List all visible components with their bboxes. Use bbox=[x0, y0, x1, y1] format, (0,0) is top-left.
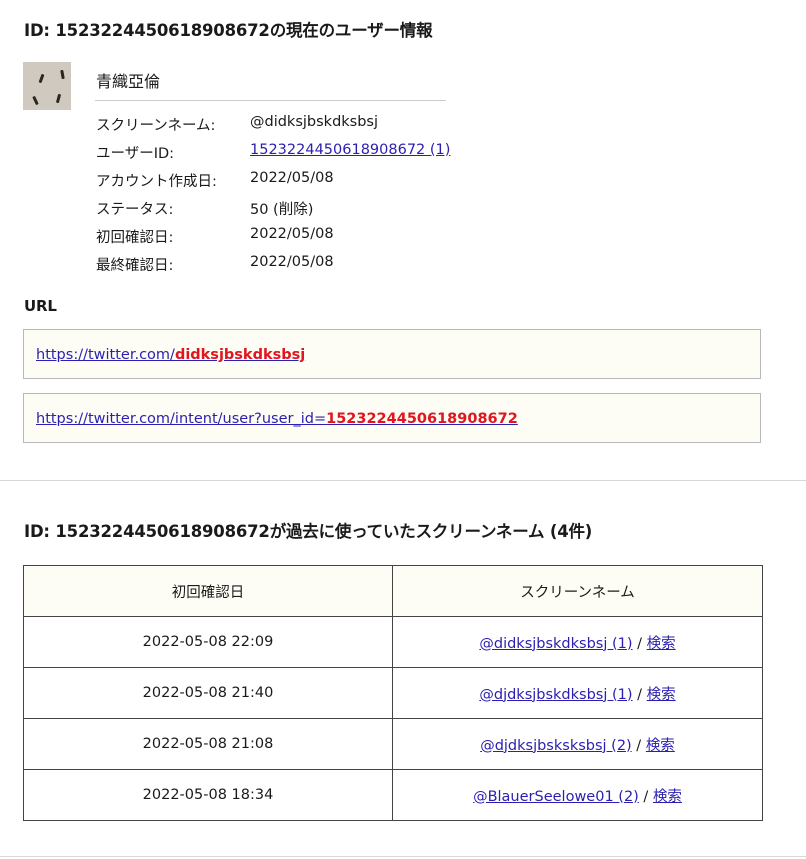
name-divider bbox=[95, 100, 446, 101]
profile-url-highlight: didksjbskdksbsj bbox=[174, 347, 306, 363]
status-value: 50 (削除) bbox=[250, 202, 314, 218]
screen-name-cell: @didksjbskdksbsj (1) / 検索 bbox=[392, 616, 763, 668]
intent-url-box: https://twitter.com/intent/user?user_id=… bbox=[23, 393, 761, 443]
last-seen-value: 2022/05/08 bbox=[250, 254, 334, 270]
last-seen-label: 最終確認日: bbox=[96, 258, 174, 274]
search-link[interactable]: 検索 bbox=[647, 636, 676, 652]
screen-name-cell: @BlauerSeelowe01 (2) / 検索 bbox=[392, 769, 763, 821]
intent-url-link[interactable]: https://twitter.com/intent/user?user_id=… bbox=[36, 411, 518, 427]
bottom-divider bbox=[0, 856, 806, 857]
link-separator: / bbox=[632, 686, 647, 703]
screen-name-link[interactable]: @didksjbskdksbsj (1) bbox=[479, 636, 632, 652]
profile-url-prefix: https://twitter.com/ bbox=[36, 347, 175, 363]
first-seen-cell: 2022-05-08 21:40 bbox=[23, 667, 393, 719]
screen-name-history-table: 初回確認日 スクリーンネーム 2022-05-08 22:09 @didksjb… bbox=[23, 565, 763, 821]
display-name: 青織亞倫 bbox=[96, 72, 161, 91]
table-row: 2022-05-08 18:34 @BlauerSeelowe01 (2) / … bbox=[23, 769, 763, 821]
table-row: 2022-05-08 22:09 @didksjbskdksbsj (1) / … bbox=[23, 616, 763, 668]
first-seen-value: 2022/05/08 bbox=[250, 226, 334, 242]
screen-name-cell: @djdksjbskdksbsj (1) / 検索 bbox=[392, 667, 763, 719]
link-separator: / bbox=[638, 788, 653, 805]
screen-name-link[interactable]: @djdksjbsksksbsj (2) bbox=[480, 738, 632, 754]
current-info-heading: ID: 1523224450618908672の現在のユーザー情報 bbox=[24, 21, 433, 40]
first-seen-cell: 2022-05-08 21:08 bbox=[23, 718, 393, 770]
first-seen-cell: 2022-05-08 18:34 bbox=[23, 769, 393, 821]
created-date-label: アカウント作成日: bbox=[96, 174, 217, 190]
screen-name-link[interactable]: @djdksjbskdksbsj (1) bbox=[479, 687, 632, 703]
first-seen-column-header: 初回確認日 bbox=[23, 565, 393, 617]
url-heading: URL bbox=[24, 297, 57, 315]
link-separator: / bbox=[631, 737, 646, 754]
history-heading: ID: 1523224450618908672が過去に使っていたスクリーンネーム… bbox=[24, 522, 593, 541]
screen-name-cell: @djdksjbsksksbsj (2) / 検索 bbox=[392, 718, 763, 770]
created-date-value: 2022/05/08 bbox=[250, 170, 334, 186]
link-separator: / bbox=[632, 635, 647, 652]
table-row: 2022-05-08 21:40 @djdksjbskdksbsj (1) / … bbox=[23, 667, 763, 719]
screen-name-link[interactable]: @BlauerSeelowe01 (2) bbox=[473, 789, 639, 805]
intent-url-prefix: https://twitter.com/intent/user?user_id= bbox=[36, 411, 327, 427]
screen-name-column-header: スクリーンネーム bbox=[392, 565, 763, 617]
first-seen-label: 初回確認日: bbox=[96, 230, 174, 246]
profile-url-link[interactable]: https://twitter.com/didksjbskdksbsj bbox=[36, 347, 305, 363]
screen-name-label: スクリーンネーム: bbox=[96, 118, 216, 134]
intent-url-highlight: 1523224450618908672 bbox=[326, 411, 518, 427]
first-seen-cell: 2022-05-08 22:09 bbox=[23, 616, 393, 668]
user-id-link[interactable]: 1523224450618908672 (1) bbox=[250, 142, 450, 158]
search-link[interactable]: 検索 bbox=[646, 738, 675, 754]
user-id-label: ユーザーID: bbox=[96, 146, 175, 162]
search-link[interactable]: 検索 bbox=[653, 789, 682, 805]
table-header-row: 初回確認日 スクリーンネーム bbox=[23, 565, 763, 617]
screen-name-value: @didksjbskdksbsj bbox=[250, 114, 379, 130]
avatar bbox=[23, 62, 71, 110]
table-row: 2022-05-08 21:08 @djdksjbsksksbsj (2) / … bbox=[23, 718, 763, 770]
profile-url-box: https://twitter.com/didksjbskdksbsj bbox=[23, 329, 761, 379]
status-label: ステータス: bbox=[96, 202, 174, 218]
section-divider bbox=[0, 480, 806, 481]
search-link[interactable]: 検索 bbox=[647, 687, 676, 703]
